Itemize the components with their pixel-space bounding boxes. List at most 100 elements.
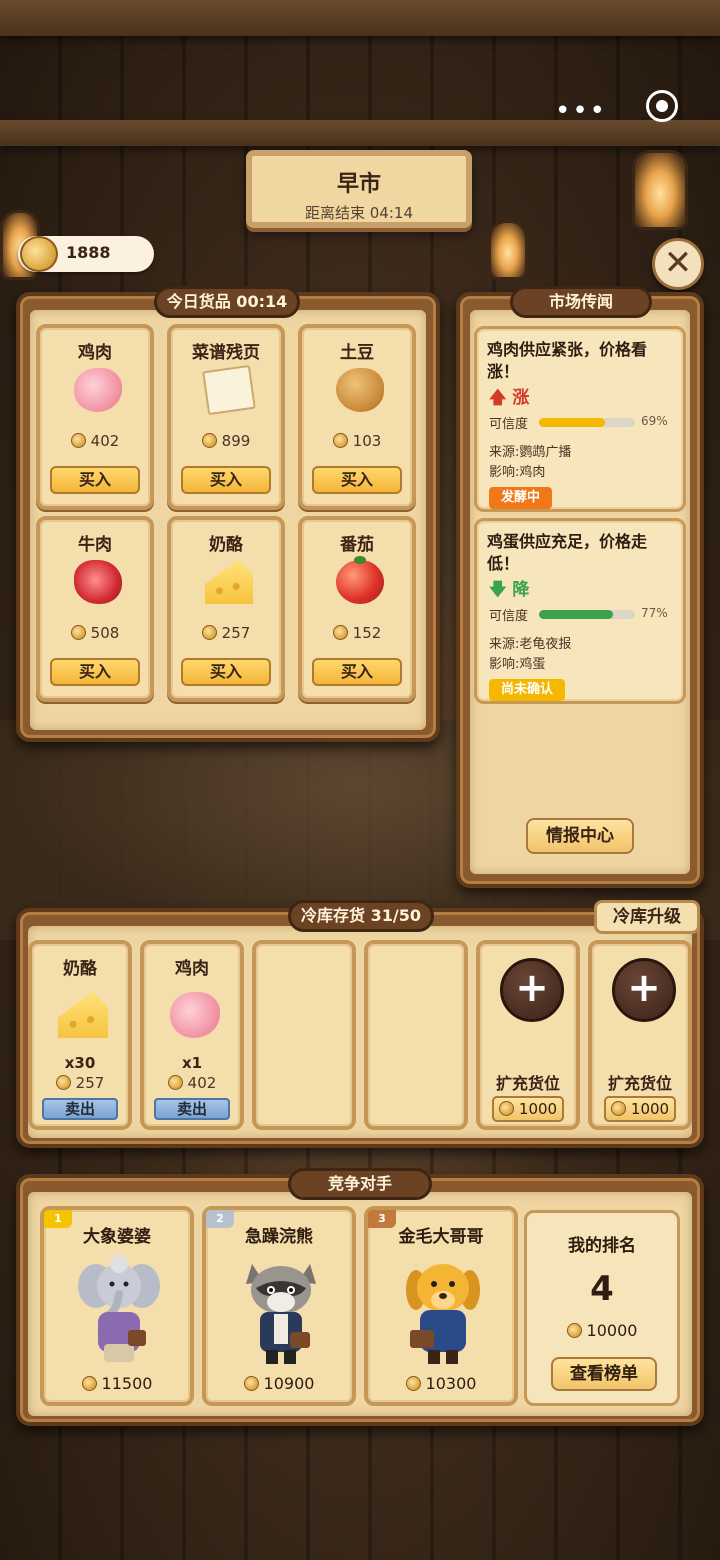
slot-quantity: x30 <box>64 1054 96 1072</box>
shop-item-beef[interactable]: 牛肉 508 买入 <box>36 516 154 702</box>
golden-retriever-avatar-icon <box>406 1264 480 1364</box>
plus-icon[interactable]: + <box>612 958 676 1022</box>
sell-button[interactable]: 卖出 <box>42 1098 118 1120</box>
intel-center-button[interactable]: 情报中心 <box>526 818 634 854</box>
item-price: 899 <box>171 432 281 450</box>
expand-slot-label: 扩充货位 <box>495 1074 560 1093</box>
credibility-label: 可信度 <box>489 417 529 432</box>
rival-name: 大象婆婆 <box>83 1227 151 1247</box>
rival-card[interactable]: 2 急躁浣熊 10900 <box>202 1206 356 1406</box>
expand-slot[interactable]: + 扩充货位 1000 <box>588 940 692 1130</box>
session-countdown: 距离结束 04:14 <box>305 204 413 222</box>
shop-item-potato[interactable]: 土豆 103 买入 <box>298 324 416 510</box>
my-rank-label: 我的排名 <box>568 1236 636 1256</box>
coin-icon <box>20 236 58 272</box>
buy-button[interactable]: 买入 <box>181 658 271 686</box>
buy-button[interactable]: 买入 <box>50 658 140 686</box>
shop-item-chicken[interactable]: 鸡肉 402 买入 <box>36 324 154 510</box>
storage-slot[interactable]: 奶酪 x30 257 卖出 <box>28 940 132 1130</box>
item-name: 鸡肉 <box>78 343 112 363</box>
credibility-label: 可信度 <box>489 609 529 624</box>
item-price: 402 <box>40 432 150 450</box>
chicken-meat-icon <box>170 992 220 1038</box>
arrow-up-icon: 🡅 <box>489 388 507 408</box>
rival-coins-value: 10900 <box>263 1374 315 1393</box>
coin-icon <box>405 1376 421 1391</box>
rival-coins-value: 10300 <box>425 1374 477 1393</box>
rumor-headline: 鸡蛋供应充足，价格走低！ <box>487 532 648 573</box>
credibility-bar-fill <box>539 610 613 619</box>
sell-button[interactable]: 卖出 <box>154 1098 230 1120</box>
expand-slot[interactable]: + 扩充货位 1000 <box>476 940 580 1130</box>
expand-slot-button[interactable]: 1000 <box>604 1096 676 1122</box>
my-coins-value: 10000 <box>586 1321 638 1340</box>
rival-card[interactable]: 1 大象婆婆 11500 <box>40 1206 194 1406</box>
my-rank-value: 4 <box>590 1269 614 1309</box>
coin-icon <box>70 433 86 448</box>
buy-button[interactable]: 买入 <box>181 466 271 494</box>
rumor-effect: 影响:鸡蛋 <box>489 657 546 672</box>
item-price-value: 103 <box>352 432 382 450</box>
my-coins: 10000 <box>527 1321 677 1340</box>
coin-balance: 1888 <box>18 236 154 272</box>
coin-icon <box>566 1323 582 1338</box>
credibility-value: 69% <box>641 414 668 428</box>
shop-item-recipe[interactable]: 菜谱残页 899 买入 <box>167 324 285 510</box>
item-price: 257 <box>171 624 281 642</box>
item-name: 牛肉 <box>78 535 112 555</box>
ceiling-beam <box>0 0 720 36</box>
empty-storage-slot <box>252 940 356 1130</box>
shop-item-tomato[interactable]: 番茄 152 买入 <box>298 516 416 702</box>
item-name: 土豆 <box>340 343 374 363</box>
rumor-status-badge: 尚未确认 <box>489 679 566 701</box>
item-name: 番茄 <box>340 535 374 555</box>
rival-card[interactable]: 3 金毛大哥哥 10300 <box>364 1206 518 1406</box>
coin-icon <box>332 625 348 640</box>
rival-name: 金毛大哥哥 <box>398 1227 484 1247</box>
session-title: 早市 <box>336 172 381 197</box>
expand-slot-button[interactable]: 1000 <box>492 1096 564 1122</box>
arrow-down-icon: 🡇 <box>489 580 507 600</box>
buy-button[interactable]: 买入 <box>50 466 140 494</box>
rumor-status-badge: 发酵中 <box>489 487 553 509</box>
shop-item-cheese[interactable]: 奶酪 257 买入 <box>167 516 285 702</box>
item-price-value: 257 <box>221 624 251 642</box>
item-price: 103 <box>302 432 412 450</box>
ceiling-beam <box>0 120 720 146</box>
mini-program-close-icon[interactable] <box>646 90 678 122</box>
rumor-source: 来源:鹦鹉广播 <box>489 445 572 460</box>
plus-icon[interactable]: + <box>500 958 564 1022</box>
rumor-card[interactable]: 鸡肉供应紧张，价格看涨！ 🡅 涨 可信度 69% 来源:鹦鹉广播 影响:鸡肉 发… <box>474 326 686 512</box>
buy-button[interactable]: 买入 <box>312 466 402 494</box>
storage-upgrade-button[interactable]: 冷库升级 <box>594 900 700 934</box>
shop-tab: 今日货品 00:14 <box>154 286 300 318</box>
coin-icon <box>243 1376 259 1391</box>
view-leaderboard-button[interactable]: 查看榜单 <box>551 1357 657 1391</box>
item-price: 152 <box>302 624 412 642</box>
elephant-avatar-icon <box>78 1255 160 1362</box>
slot-item-name: 鸡肉 <box>175 959 209 979</box>
rumor-effect: 影响:鸡肉 <box>489 465 546 480</box>
coin-icon <box>55 1075 71 1090</box>
lantern-icon <box>488 220 528 280</box>
storage-tab: 冷库存货 31/50 <box>288 900 434 932</box>
slot-price: 402 <box>144 1074 240 1092</box>
coin-icon <box>201 625 217 640</box>
rumor-card[interactable]: 鸡蛋供应充足，价格走低！ 🡇 降 可信度 77% 来源:老龟夜报 影响:鸡蛋 尚… <box>474 518 686 704</box>
tomato-icon <box>336 556 384 604</box>
slot-item-name: 奶酪 <box>63 959 97 979</box>
item-price-value: 152 <box>352 624 382 642</box>
beef-icon <box>74 560 122 604</box>
rumor-trend: 🡅 涨 <box>489 383 529 414</box>
recipe-page-icon <box>202 364 256 416</box>
coin-icon <box>610 1101 626 1116</box>
buy-button[interactable]: 买入 <box>312 658 402 686</box>
storage-slot[interactable]: 鸡肉 x1 402 卖出 <box>140 940 244 1130</box>
cheese-icon <box>205 560 253 604</box>
item-price-value: 508 <box>90 624 120 642</box>
coin-balance-value: 1888 <box>66 243 111 262</box>
more-options-icon[interactable]: ••• <box>555 96 607 126</box>
lantern-icon <box>632 150 688 230</box>
rumor-trend: 🡇 降 <box>489 575 529 606</box>
close-button[interactable]: ✕ <box>652 238 704 290</box>
